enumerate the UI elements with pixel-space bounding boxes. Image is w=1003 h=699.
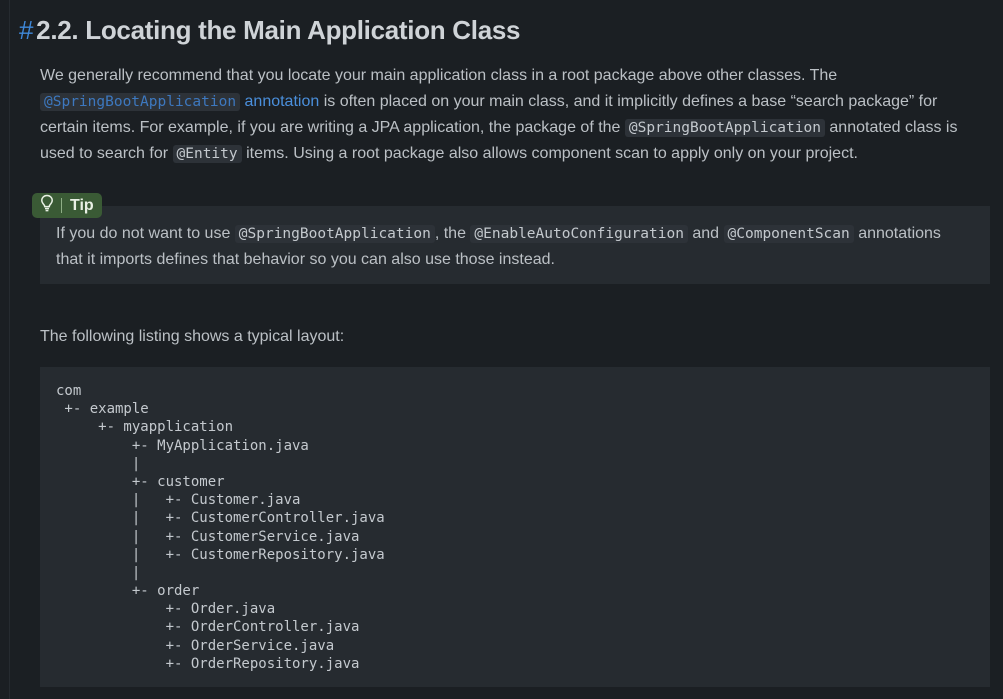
code-line: | bbox=[56, 455, 141, 472]
springbootapplication-code: @SpringBootApplication bbox=[624, 119, 825, 137]
code-line: +- order bbox=[56, 583, 200, 600]
code-line: | +- CustomerRepository.java bbox=[56, 546, 385, 563]
springbootapplication-code-link[interactable]: @SpringBootApplication bbox=[40, 93, 241, 111]
annotation-link[interactable]: annotation bbox=[245, 93, 320, 110]
intro-line-3: certain items. For example, if you are w… bbox=[40, 115, 988, 141]
tip-label: Tip bbox=[70, 196, 94, 214]
code-line: +- OrderService.java bbox=[56, 637, 335, 654]
tip-text: If you do not want to use @SpringBootApp… bbox=[56, 221, 986, 273]
componentscan-code: @ComponentScan bbox=[723, 225, 854, 243]
intro-line-4: used to search for @Entity items. Using … bbox=[40, 141, 988, 167]
entity-code: @Entity bbox=[172, 145, 242, 163]
code-listing-block[interactable]: com +- example +- myapplication +- MyApp… bbox=[40, 367, 990, 687]
listing-intro: The following listing shows a typical la… bbox=[40, 328, 345, 345]
code-line: | +- CustomerService.java bbox=[56, 528, 360, 545]
intro-paragraph: We generally recommend that you locate y… bbox=[40, 63, 988, 167]
code-listing: com +- example +- myapplication +- MyApp… bbox=[56, 382, 385, 673]
tip-line-1-pre: If you do not want to use bbox=[56, 225, 235, 242]
code-line: | +- Customer.java bbox=[56, 492, 301, 509]
heading-anchor-link[interactable]: # bbox=[19, 15, 33, 46]
tip-line-2: that it imports defines that behavior so… bbox=[56, 251, 555, 268]
code-line: +- example bbox=[56, 401, 149, 418]
intro-line-4-pre: used to search for bbox=[40, 145, 173, 162]
tip-line-1: If you do not want to use @SpringBootApp… bbox=[56, 221, 986, 247]
code-line: +- OrderRepository.java bbox=[56, 655, 360, 672]
enableautoconfiguration-code: @EnableAutoConfiguration bbox=[470, 225, 688, 243]
code-line: | +- CustomerController.java bbox=[56, 510, 385, 527]
code-line: | bbox=[56, 564, 141, 581]
left-margin-rule bbox=[0, 0, 10, 699]
heading-title: 2.2. Locating the Main Application Class bbox=[36, 14, 521, 45]
code-line: com bbox=[56, 383, 82, 399]
lightbulb-icon bbox=[40, 194, 54, 217]
intro-line-3-pre: certain items. For example, if you are w… bbox=[40, 119, 625, 136]
tip-line-1-post: annotations bbox=[853, 225, 941, 242]
tip-line-1-mid2: and bbox=[687, 225, 724, 242]
intro-line-4-post: items. Using a root package also allows … bbox=[241, 145, 858, 162]
intro-line-1: We generally recommend that you locate y… bbox=[40, 67, 838, 84]
springbootapplication-code: @SpringBootApplication bbox=[40, 93, 241, 111]
code-line: +- customer bbox=[56, 473, 225, 490]
tip-line-1-mid1: , the bbox=[434, 225, 471, 242]
intro-line-2: @SpringBootApplication annotation is oft… bbox=[40, 89, 988, 115]
code-line: +- Order.java bbox=[56, 601, 276, 618]
tip-badge-divider bbox=[61, 198, 62, 213]
code-line: +- OrderController.java bbox=[56, 619, 360, 636]
section-heading: # 2.2. Locating the Main Application Cla… bbox=[19, 12, 520, 48]
intro-line-3-post: annotated class is bbox=[824, 119, 958, 136]
tip-badge: Tip bbox=[32, 193, 102, 218]
intro-line-2-rest: is often placed on your main class, and … bbox=[319, 93, 938, 110]
springbootapplication-code: @SpringBootApplication bbox=[234, 225, 435, 243]
code-line: +- myapplication bbox=[56, 419, 234, 436]
code-line: +- MyApplication.java bbox=[56, 437, 309, 454]
